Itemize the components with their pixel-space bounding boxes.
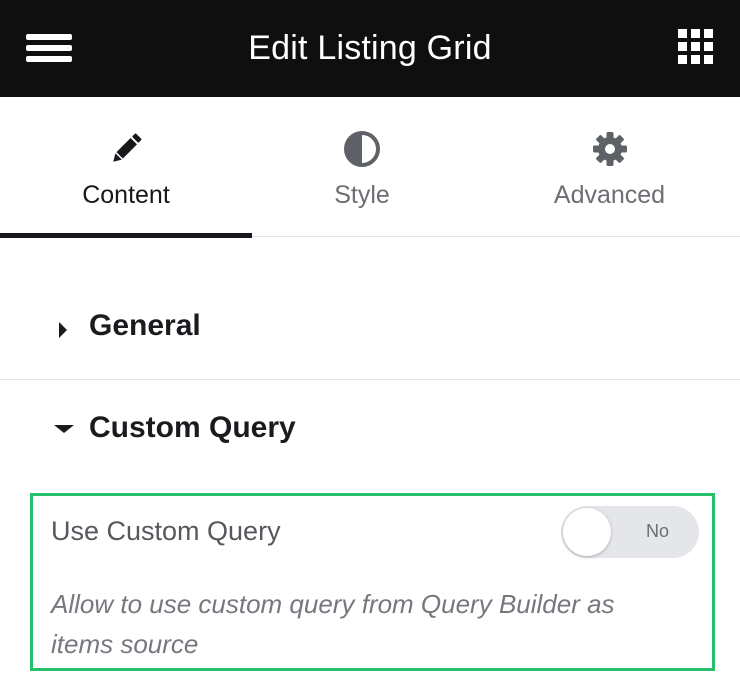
tab-content-label: Content bbox=[82, 181, 170, 209]
use-custom-query-control: Use Custom Query No Allow to use custom … bbox=[30, 493, 715, 671]
use-custom-query-toggle[interactable]: No bbox=[561, 506, 699, 558]
hamburger-menu-icon[interactable] bbox=[26, 30, 74, 66]
gear-icon bbox=[592, 132, 627, 166]
toggle-state-text: No bbox=[645, 521, 669, 541]
section-general-title: General bbox=[89, 309, 201, 342]
caret-right-icon bbox=[59, 322, 67, 338]
tab-style-label: Style bbox=[334, 181, 390, 209]
tab-advanced-label: Advanced bbox=[553, 181, 666, 209]
section-custom-query-title: Custom Query bbox=[89, 411, 296, 444]
editor-header: Edit Listing Grid bbox=[0, 0, 740, 97]
tab-style[interactable]: Style bbox=[252, 97, 472, 237]
panel-tabs: Content Style Advanced bbox=[0, 97, 740, 238]
tab-advanced[interactable]: Advanced bbox=[472, 97, 740, 237]
caret-down-icon bbox=[54, 425, 74, 433]
half-circle-contrast-icon bbox=[344, 131, 380, 167]
toggle-knob bbox=[563, 508, 611, 556]
panel-title: Edit Listing Grid bbox=[248, 29, 492, 67]
use-custom-query-description: Allow to use custom query from Query Bui… bbox=[51, 589, 615, 659]
use-custom-query-label: Use Custom Query bbox=[51, 516, 281, 546]
pencil-icon bbox=[113, 133, 142, 162]
section-general-header[interactable]: General bbox=[0, 274, 740, 380]
tab-content[interactable]: Content bbox=[0, 97, 252, 238]
grid-apps-icon[interactable] bbox=[678, 29, 714, 65]
